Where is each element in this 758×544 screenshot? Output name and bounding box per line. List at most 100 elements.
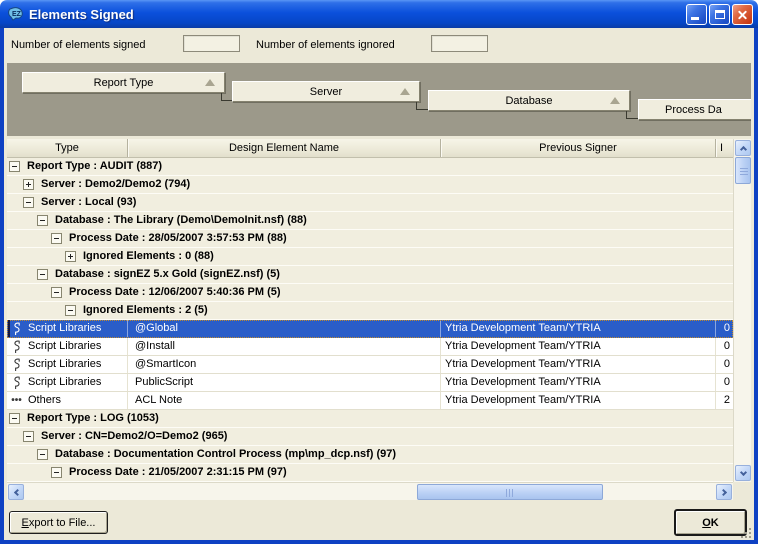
results-table: Type Design Element Name Previous Signer… xyxy=(7,139,751,500)
scroll-right-button[interactable] xyxy=(716,484,732,500)
collapse-icon[interactable] xyxy=(51,233,62,244)
script-library-icon xyxy=(10,340,23,354)
group-button-server[interactable]: Server xyxy=(232,81,420,102)
resize-grip[interactable] xyxy=(740,527,752,539)
chevron-up-icon xyxy=(739,146,746,153)
ok-button[interactable]: OK xyxy=(674,509,747,536)
column-header-previous-signer[interactable]: Previous Signer xyxy=(441,139,716,157)
tree-group-row[interactable]: Report Type : AUDIT (887) xyxy=(7,158,733,176)
collapse-icon[interactable] xyxy=(65,305,76,316)
group-connector xyxy=(221,93,232,101)
group-button-database[interactable]: Database xyxy=(428,90,630,111)
script-library-icon xyxy=(10,358,23,372)
tree-group-row[interactable]: Report Type : LOG (1053) xyxy=(7,410,733,428)
collapse-icon[interactable] xyxy=(23,431,34,442)
table-row[interactable]: Script Libraries@GlobalYtria Development… xyxy=(7,320,733,338)
tree-group-row[interactable]: Server : CN=Demo2/O=Demo2 (965) xyxy=(7,428,733,446)
scroll-up-button[interactable] xyxy=(735,140,751,156)
cell-type: Script Libraries xyxy=(7,356,128,373)
collapse-icon[interactable] xyxy=(37,269,48,280)
minimize-icon xyxy=(691,17,699,20)
horizontal-scrollbar-thumb[interactable] xyxy=(417,484,603,500)
titlebar[interactable]: EZ Elements Signed xyxy=(0,0,758,28)
tree-group-row[interactable]: Database : The Library (Demo\DemoInit.ns… xyxy=(7,212,733,230)
scrollbar-corner xyxy=(733,482,751,500)
collapse-icon[interactable] xyxy=(23,197,34,208)
tree-group-row[interactable]: Database : signEZ 5.x Gold (signEZ.nsf) … xyxy=(7,266,733,284)
group-button-report-type[interactable]: Report Type xyxy=(22,72,225,93)
group-connector xyxy=(416,102,428,110)
cell-type: •••Others xyxy=(7,392,128,409)
expand-icon[interactable] xyxy=(23,179,34,190)
group-button-label: Report Type xyxy=(94,77,154,89)
tree-group-row[interactable]: Ignored Elements : 2 (5) xyxy=(7,302,733,320)
signed-count-label: Number of elements signed xyxy=(11,39,146,51)
collapse-icon[interactable] xyxy=(37,215,48,226)
column-header-clipped[interactable]: I xyxy=(716,139,733,157)
cell-clipped-value: 2 xyxy=(716,392,733,409)
group-row-label: Ignored Elements : 0 (88) xyxy=(83,248,214,265)
sort-asc-icon xyxy=(610,97,620,104)
table-row[interactable]: Script Libraries@InstallYtria Developmen… xyxy=(7,338,733,356)
group-row-label: Database : signEZ 5.x Gold (signEZ.nsf) … xyxy=(55,266,280,283)
cell-clipped-value: 0 xyxy=(716,356,733,373)
maximize-button[interactable] xyxy=(709,4,730,25)
close-button[interactable] xyxy=(732,4,753,25)
collapse-icon[interactable] xyxy=(51,287,62,298)
group-button-label: Process Da xyxy=(665,104,722,116)
table-body: Report Type : AUDIT (887)Server : Demo2/… xyxy=(7,158,733,482)
tree-group-row[interactable]: Server : Local (93) xyxy=(7,194,733,212)
signez-app-icon: EZ xyxy=(7,6,24,23)
sort-asc-icon xyxy=(205,79,215,86)
cell-previous-signer: Ytria Development Team/YTRIA xyxy=(441,356,716,373)
dialog-client-area: Number of elements signed Number of elem… xyxy=(4,28,754,540)
window-frame: Number of elements signed Number of elem… xyxy=(0,28,758,544)
collapse-icon[interactable] xyxy=(9,161,20,172)
scroll-left-button[interactable] xyxy=(8,484,24,500)
svg-text:EZ: EZ xyxy=(12,11,22,18)
minimize-button[interactable] xyxy=(686,4,707,25)
tree-group-row[interactable]: Process Date : 28/05/2007 3:57:53 PM (88… xyxy=(7,230,733,248)
column-header-design-element-name[interactable]: Design Element Name xyxy=(128,139,441,157)
group-by-panel: Report Type Server Database Process Da xyxy=(7,63,751,136)
group-button-label: Database xyxy=(505,95,552,107)
window-title: Elements Signed xyxy=(29,7,686,22)
group-row-label: Ignored Elements : 2 (5) xyxy=(83,302,208,319)
tree-group-row[interactable]: Server : Demo2/Demo2 (794) xyxy=(7,176,733,194)
column-header-type[interactable]: Type xyxy=(7,139,128,157)
cell-design-element-name: ACL Note xyxy=(128,392,441,409)
cell-design-element-name: PublicScript xyxy=(128,374,441,391)
tree-group-row[interactable]: Process Date : 21/05/2007 2:31:15 PM (97… xyxy=(7,464,733,482)
cell-clipped-value: 0 xyxy=(716,374,733,391)
signed-count-field[interactable] xyxy=(183,35,240,52)
cell-previous-signer: Ytria Development Team/YTRIA xyxy=(441,338,716,355)
group-row-label: Process Date : 21/05/2007 2:31:15 PM (97… xyxy=(69,464,287,481)
scroll-down-button[interactable] xyxy=(735,465,751,481)
cell-clipped-value: 0 xyxy=(716,338,733,355)
vertical-scrollbar-thumb[interactable] xyxy=(735,157,751,184)
cell-type: Script Libraries xyxy=(7,338,128,355)
cell-previous-signer: Ytria Development Team/YTRIA xyxy=(441,320,716,337)
group-connector xyxy=(626,111,638,119)
cell-type: Script Libraries xyxy=(7,320,128,337)
collapse-icon[interactable] xyxy=(37,449,48,460)
group-row-label: Report Type : AUDIT (887) xyxy=(27,158,162,175)
cell-design-element-name: @Install xyxy=(128,338,441,355)
table-row[interactable]: Script LibrariesPublicScriptYtria Develo… xyxy=(7,374,733,392)
group-button-process-date[interactable]: Process Da xyxy=(638,99,751,120)
collapse-icon[interactable] xyxy=(9,413,20,424)
horizontal-scrollbar[interactable] xyxy=(7,482,733,500)
table-row[interactable]: Script Libraries@SmartIconYtria Developm… xyxy=(7,356,733,374)
group-row-label: Server : Demo2/Demo2 (794) xyxy=(41,176,190,193)
export-to-file-button[interactable]: Export to File... xyxy=(9,511,108,534)
table-row[interactable]: •••OthersACL NoteYtria Development Team/… xyxy=(7,392,733,410)
tree-group-row[interactable]: Process Date : 12/06/2007 5:40:36 PM (5) xyxy=(7,284,733,302)
tree-group-row[interactable]: Ignored Elements : 0 (88) xyxy=(7,248,733,266)
ignored-count-field[interactable] xyxy=(431,35,488,52)
tree-group-row[interactable]: Database : Documentation Control Process… xyxy=(7,446,733,464)
expand-icon[interactable] xyxy=(65,251,76,262)
table-header: Type Design Element Name Previous Signer… xyxy=(7,139,733,158)
maximize-icon xyxy=(715,10,725,19)
collapse-icon[interactable] xyxy=(51,467,62,478)
vertical-scrollbar[interactable] xyxy=(733,139,751,482)
